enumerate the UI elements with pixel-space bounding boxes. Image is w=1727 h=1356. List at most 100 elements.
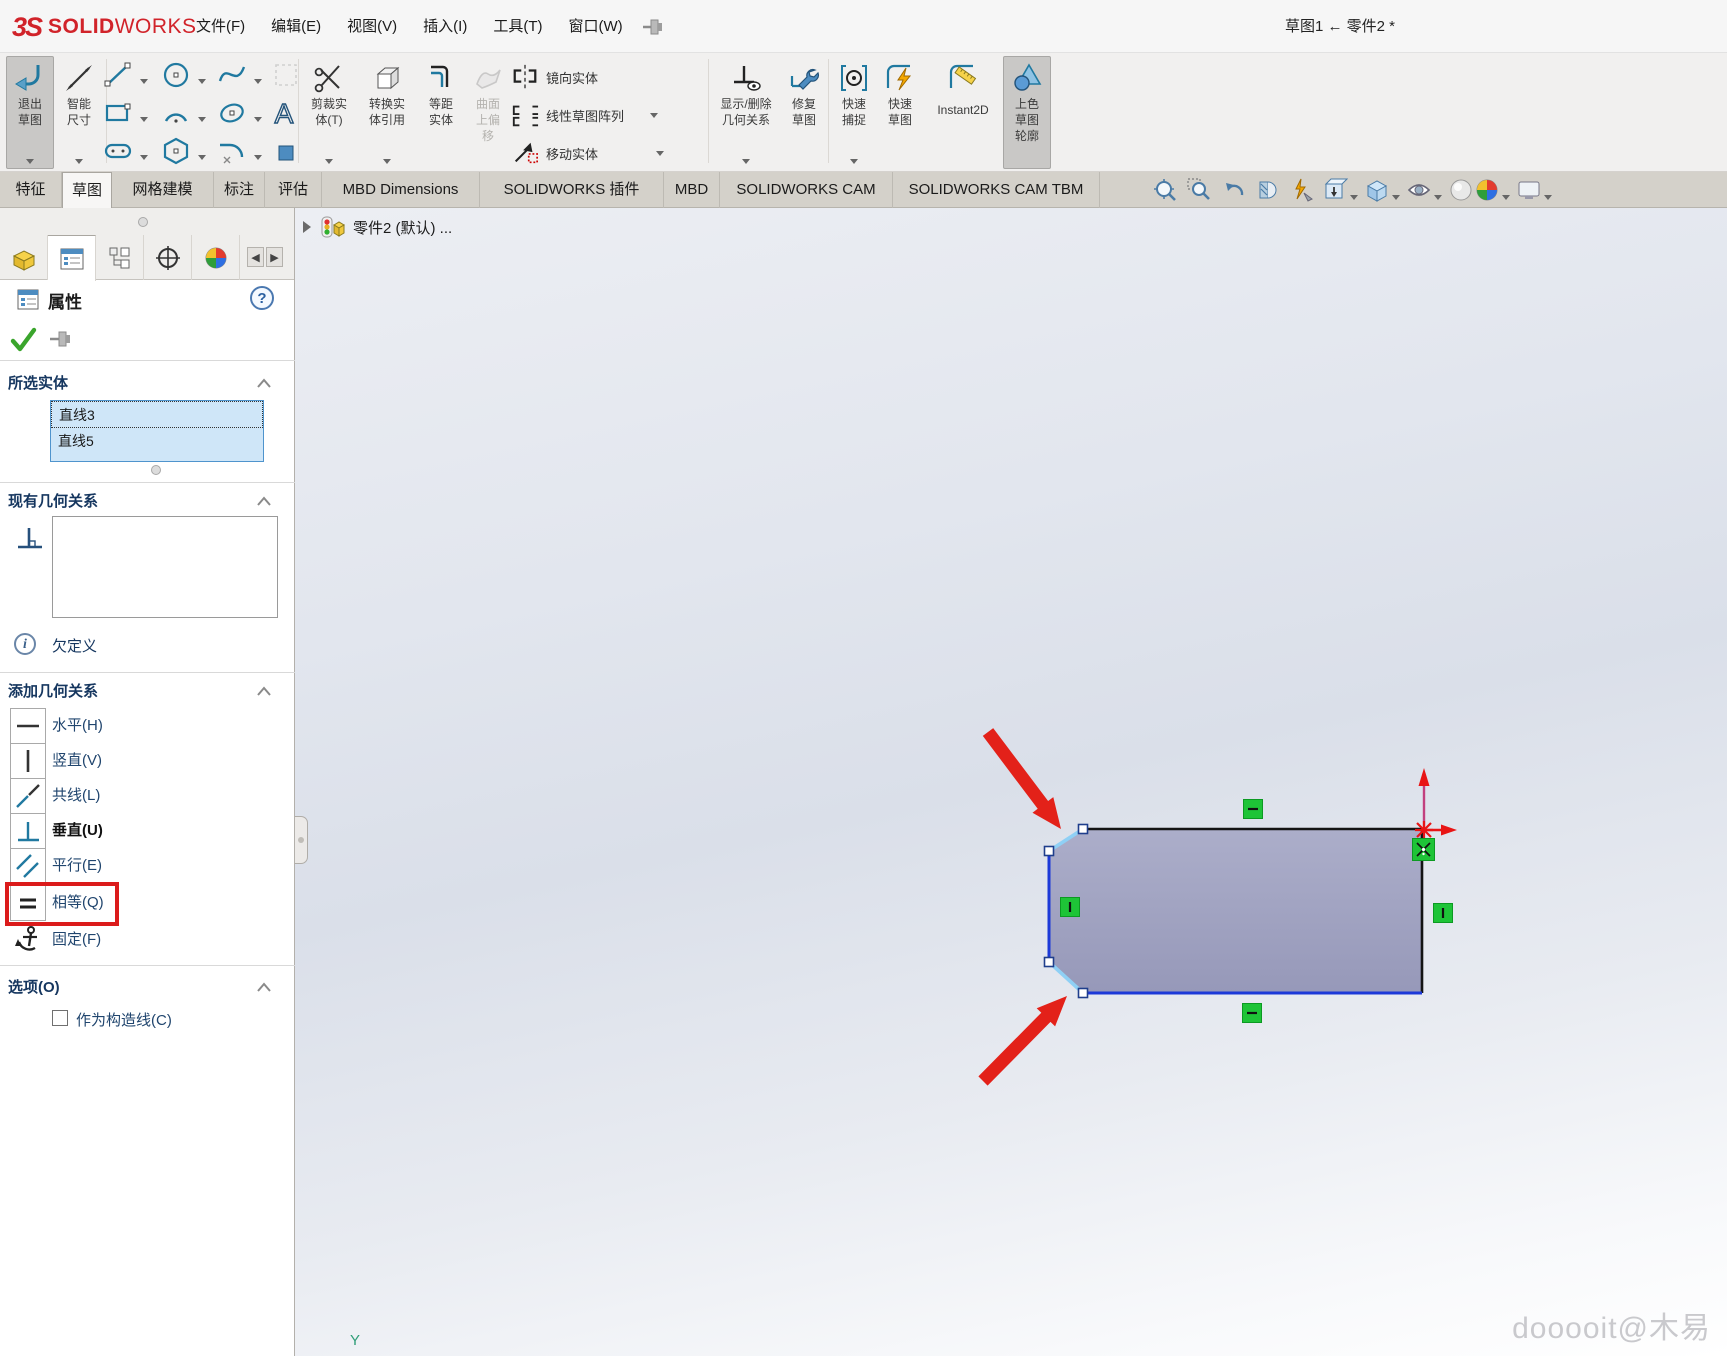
options-collapse[interactable] xyxy=(254,980,274,994)
menu-window[interactable]: 窗口(W) xyxy=(555,0,635,53)
ok-check-button[interactable] xyxy=(8,324,38,354)
menu-edit[interactable]: 编辑(E) xyxy=(258,0,334,53)
vertical-relation-badge[interactable] xyxy=(1433,903,1453,923)
existing-relations-collapse[interactable] xyxy=(254,494,274,508)
relation-perpendicular-button[interactable] xyxy=(10,813,46,849)
panel-collapse-handle[interactable] xyxy=(295,816,308,864)
menu-tools[interactable]: 工具(T) xyxy=(480,0,555,53)
tab-configurationmanager[interactable] xyxy=(96,235,144,280)
quick-snaps-dropdown[interactable] xyxy=(850,159,858,164)
apply-scene-dropdown[interactable] xyxy=(1502,187,1510,205)
convert-entities-dropdown[interactable] xyxy=(383,159,391,164)
arc-tool-dropdown[interactable] xyxy=(198,109,206,127)
line-tool-button[interactable] xyxy=(100,59,136,95)
menu-view[interactable]: 视图(V) xyxy=(334,0,410,53)
horizontal-relation-badge[interactable] xyxy=(1242,1003,1262,1023)
slot-tool-button[interactable] xyxy=(100,135,136,171)
coincident-relation-badge[interactable] xyxy=(1412,838,1435,861)
panel-splitter-handle[interactable] xyxy=(138,217,148,227)
offset-entities-button[interactable]: 等距 实体 xyxy=(418,56,464,169)
display-relations-dropdown[interactable] xyxy=(742,159,750,164)
relation-perpendicular-label[interactable]: 垂直(U) xyxy=(52,813,103,849)
tab-displaymanager[interactable] xyxy=(192,235,240,280)
view-settings-icon[interactable] xyxy=(1516,177,1542,203)
horizontal-relation-badge[interactable] xyxy=(1243,799,1263,819)
tab-sketch[interactable]: 草图 xyxy=(62,172,112,208)
graphics-area[interactable]: 零件2 (默认) ... dooooit@木易 Y xyxy=(295,208,1727,1356)
exit-sketch-button[interactable]: 退出 草图 xyxy=(6,56,54,169)
spline-tool-dropdown[interactable] xyxy=(254,71,262,89)
trim-entities-button[interactable]: 剪裁实 体(T) xyxy=(302,56,356,169)
sketch-origin[interactable] xyxy=(1415,768,1457,839)
trim-entities-dropdown[interactable] xyxy=(325,159,333,164)
move-entities-button[interactable]: 移动实体 xyxy=(510,135,665,171)
quick-snaps-button[interactable]: 快速 捕捉 xyxy=(832,56,876,169)
display-style-icon[interactable] xyxy=(1364,177,1390,203)
selected-entities-collapse[interactable] xyxy=(254,376,274,390)
listbox-resize-handle[interactable] xyxy=(151,465,161,475)
linear-pattern-dropdown[interactable] xyxy=(650,112,659,118)
section-view-icon[interactable] xyxy=(1254,177,1280,203)
spline-tool-button[interactable] xyxy=(214,59,250,95)
construction-line-checkbox[interactable] xyxy=(52,1010,68,1026)
move-entities-dropdown[interactable] xyxy=(656,150,665,156)
ellipse-tool-button[interactable] xyxy=(214,97,250,133)
apply-scene-icon[interactable] xyxy=(1474,177,1500,203)
tab-solidworks-cam-tbm[interactable]: SOLIDWORKS CAM TBM xyxy=(893,172,1100,208)
tab-markup[interactable]: 标注 xyxy=(214,172,265,208)
construction-line-label[interactable]: 作为构造线(C) xyxy=(76,1009,172,1030)
display-style-dropdown[interactable] xyxy=(1392,187,1400,205)
tab-features[interactable]: 特征 xyxy=(0,172,62,208)
tab-evaluate[interactable]: 评估 xyxy=(265,172,322,208)
menu-insert[interactable]: 插入(I) xyxy=(410,0,480,53)
relation-fix-button[interactable] xyxy=(10,922,46,958)
circle-tool-dropdown[interactable] xyxy=(198,71,206,89)
display-delete-relations-button[interactable]: 显示/删除 几何关系 xyxy=(712,56,780,169)
mirror-entities-button[interactable]: 镜向实体 xyxy=(510,59,598,95)
text-tool-button[interactable]: A xyxy=(266,97,302,133)
smart-dimension-button[interactable]: 智能 尺寸 xyxy=(56,56,102,169)
linear-pattern-button[interactable]: 线性草图阵列 xyxy=(510,97,659,133)
add-relations-collapse[interactable] xyxy=(254,684,274,698)
relation-parallel-button[interactable] xyxy=(10,848,46,884)
arc-tool-button[interactable] xyxy=(158,97,194,133)
manager-tabs-scroll-right[interactable]: ▶ xyxy=(266,247,283,267)
circle-tool-button[interactable] xyxy=(158,59,194,95)
polygon-tool-dropdown[interactable] xyxy=(198,147,206,165)
relation-fix-label[interactable]: 固定(F) xyxy=(52,922,101,958)
relation-horizontal-label[interactable]: 水平(H) xyxy=(52,708,103,744)
sketch-profile-region[interactable] xyxy=(1049,829,1422,993)
repair-sketch-button[interactable]: 修复 草图 xyxy=(782,56,826,169)
tab-solidworks-addins[interactable]: SOLIDWORKS 插件 xyxy=(480,172,664,208)
relation-equal-label[interactable]: 相等(Q) xyxy=(52,885,104,921)
existing-relations-listbox[interactable] xyxy=(52,516,278,618)
selected-entities-listbox[interactable]: 直线3 直线5 xyxy=(50,400,264,462)
view-settings-dropdown[interactable] xyxy=(1544,187,1552,205)
pin-button[interactable] xyxy=(48,327,76,351)
relation-vertical-button[interactable] xyxy=(10,743,46,779)
hide-show-items-icon[interactable] xyxy=(1406,177,1432,203)
view-orientation-icon[interactable] xyxy=(1322,177,1349,203)
solidworks-logo[interactable]: 3S SOLIDWORKS xyxy=(12,11,197,43)
tab-mbd-dimensions[interactable]: MBD Dimensions xyxy=(322,172,480,208)
manager-tabs-scroll-left[interactable]: ◀ xyxy=(247,247,264,267)
smart-dimension-dropdown[interactable] xyxy=(75,159,83,164)
dynamic-annotation-icon[interactable] xyxy=(1288,177,1314,203)
help-button[interactable]: ? xyxy=(250,286,274,310)
selected-entity-item[interactable]: 直线5 xyxy=(51,428,263,455)
relation-vertical-label[interactable]: 竖直(V) xyxy=(52,743,102,779)
tab-dimxpertmanager[interactable] xyxy=(144,235,192,280)
rectangle-tool-dropdown[interactable] xyxy=(140,109,148,127)
tab-featuremanager-tree[interactable] xyxy=(0,235,48,280)
pin-menu-icon[interactable] xyxy=(640,14,666,40)
tab-propertymanager[interactable] xyxy=(48,235,96,281)
rapid-sketch-button[interactable]: 快速 草图 xyxy=(878,56,922,169)
ellipse-tool-dropdown[interactable] xyxy=(254,109,262,127)
relation-collinear-button[interactable] xyxy=(10,778,46,814)
tab-mesh-modeling[interactable]: 网格建模 xyxy=(112,172,214,208)
relation-equal-button[interactable] xyxy=(10,885,46,921)
slot-tool-dropdown[interactable] xyxy=(140,147,148,165)
previous-view-icon[interactable] xyxy=(1220,177,1246,203)
selected-entity-item[interactable]: 直线3 xyxy=(51,401,263,428)
exit-sketch-dropdown[interactable] xyxy=(26,159,34,164)
